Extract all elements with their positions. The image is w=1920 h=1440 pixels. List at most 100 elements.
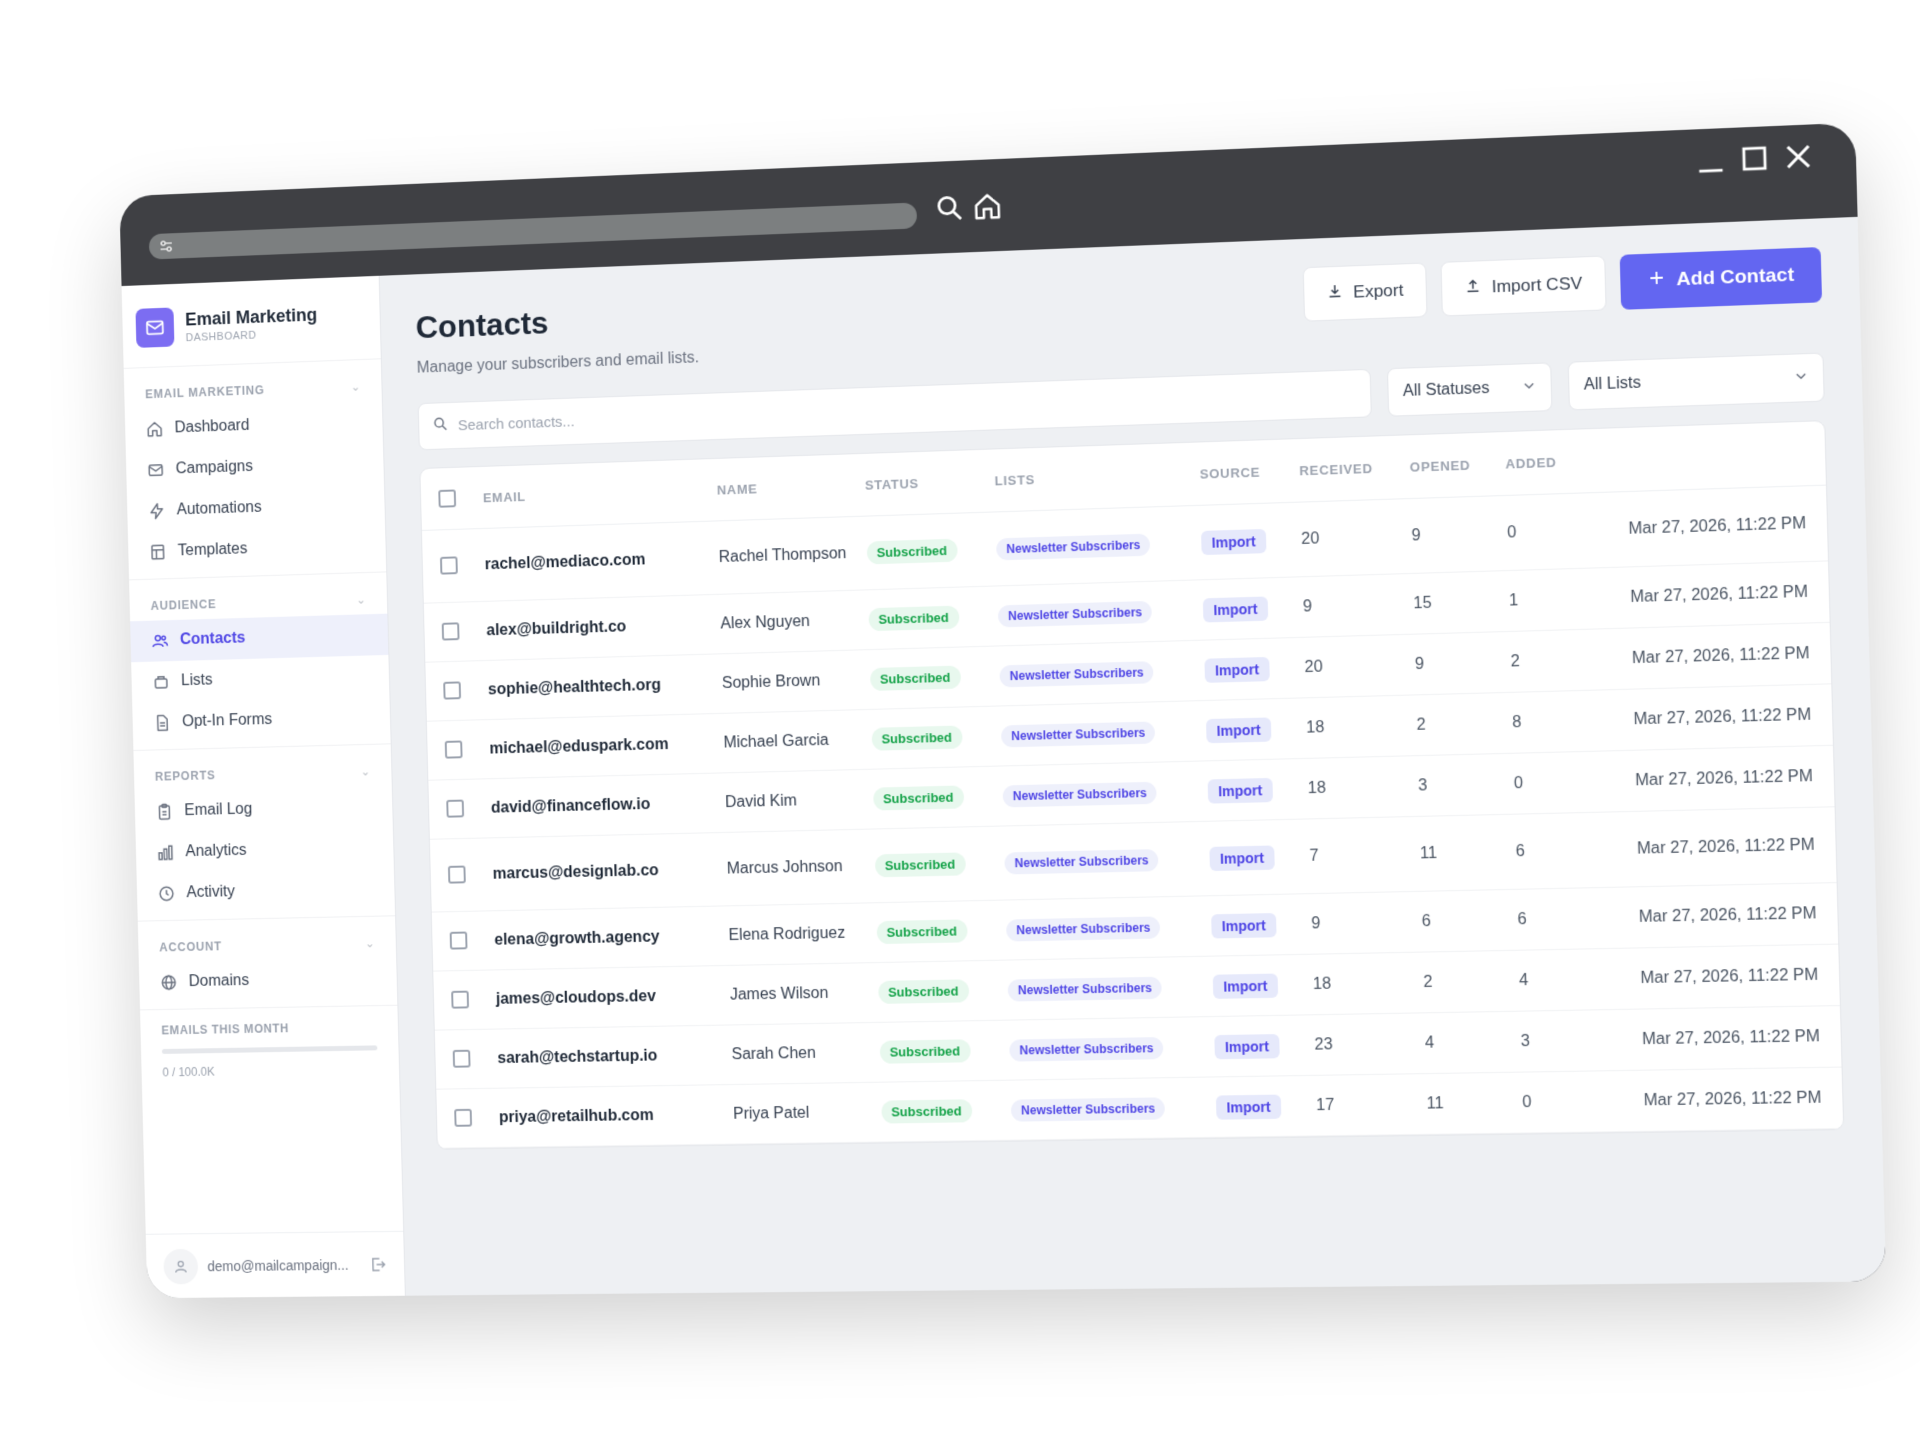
search-icon[interactable] bbox=[934, 192, 969, 227]
received-count: 7 bbox=[1298, 816, 1411, 894]
added-count: 3 bbox=[1509, 1009, 1596, 1073]
browser-window: Email Marketing DASHBOARD EMAIL MARKETIN… bbox=[119, 122, 1887, 1299]
row-select-cell bbox=[428, 778, 483, 840]
row-checkbox[interactable] bbox=[452, 1050, 471, 1069]
search-box[interactable] bbox=[417, 368, 1372, 451]
contact-email[interactable]: sarah@techstartup.io bbox=[487, 1025, 723, 1089]
status-cell: Subscribed bbox=[860, 706, 993, 770]
row-checkbox[interactable] bbox=[443, 681, 462, 700]
home-icon[interactable] bbox=[972, 191, 1007, 226]
column-header-source[interactable]: SOURCE bbox=[1188, 439, 1291, 506]
column-header-status[interactable]: STATUS bbox=[854, 449, 986, 517]
status-cell: Subscribed bbox=[864, 826, 996, 903]
row-checkbox[interactable] bbox=[440, 556, 458, 576]
column-header-added[interactable]: ADDED bbox=[1494, 429, 1581, 496]
import-csv-button[interactable]: Import CSV bbox=[1440, 255, 1607, 317]
maximize-icon[interactable] bbox=[1738, 142, 1777, 180]
user-menu[interactable]: demo@mailcampaign... bbox=[145, 1230, 405, 1299]
added-date: Mar 27, 2026, 11:22 PM bbox=[1584, 622, 1832, 691]
lists-cell: Newsletter Subscribers bbox=[990, 700, 1198, 767]
export-button-label: Export bbox=[1353, 280, 1404, 302]
status-cell: Subscribed bbox=[862, 766, 994, 830]
nav-section-label: AUDIENCE bbox=[150, 597, 217, 613]
usage-bar bbox=[161, 1045, 378, 1054]
added-count: 0 bbox=[1495, 493, 1583, 571]
contact-name: David Kim bbox=[714, 769, 865, 833]
added-date: Mar 27, 2026, 11:22 PM bbox=[1585, 683, 1833, 752]
source-badge: Import bbox=[1212, 973, 1278, 999]
added-date: Mar 27, 2026, 11:22 PM bbox=[1588, 806, 1837, 888]
lists-filter-select[interactable]: All Lists bbox=[1567, 352, 1825, 411]
status-badge: Subscribed bbox=[869, 665, 961, 691]
sidebar-item-lists[interactable]: Lists bbox=[131, 655, 389, 703]
column-header-name[interactable]: NAME bbox=[706, 454, 856, 522]
lists-cell: Newsletter Subscribers bbox=[987, 580, 1194, 647]
status-badge: Subscribed bbox=[868, 605, 960, 632]
row-select-cell bbox=[421, 528, 477, 604]
source-cell: Import bbox=[1192, 577, 1294, 641]
column-header-email[interactable]: EMAIL bbox=[472, 459, 708, 529]
column-header-lists[interactable]: LISTS bbox=[983, 442, 1191, 513]
row-checkbox[interactable] bbox=[441, 622, 460, 641]
logout-icon[interactable] bbox=[369, 1255, 387, 1273]
contact-email[interactable]: alex@buildright.co bbox=[476, 594, 712, 661]
added-count: 1 bbox=[1497, 568, 1585, 632]
avatar[interactable] bbox=[163, 1248, 199, 1284]
lists-cell: Newsletter Subscribers bbox=[992, 761, 1199, 827]
sidebar-item-contacts[interactable]: Contacts bbox=[130, 613, 389, 663]
select-all-checkbox[interactable] bbox=[438, 489, 457, 508]
row-checkbox[interactable] bbox=[449, 931, 468, 950]
row-checkbox[interactable] bbox=[446, 799, 465, 819]
source-cell: Import bbox=[1202, 954, 1304, 1017]
status-badge: Subscribed bbox=[872, 785, 964, 811]
close-icon[interactable] bbox=[1782, 140, 1821, 178]
contact-email[interactable]: michael@eduspark.com bbox=[479, 713, 715, 779]
address-bar[interactable] bbox=[148, 202, 918, 260]
opened-count: 9 bbox=[1404, 631, 1502, 696]
row-checkbox[interactable] bbox=[447, 865, 466, 885]
added-date: Mar 27, 2026, 11:22 PM bbox=[1592, 944, 1840, 1010]
add-contact-button[interactable]: Add Contact bbox=[1619, 247, 1823, 310]
brand-subtitle: DASHBOARD bbox=[185, 329, 257, 344]
contact-email[interactable]: elena@growth.agency bbox=[483, 906, 720, 971]
select-all-cell bbox=[420, 467, 475, 531]
column-header-received[interactable]: RECEIVED bbox=[1288, 435, 1401, 503]
contact-email[interactable]: sophie@healthtech.org bbox=[477, 654, 713, 720]
contact-email[interactable]: priya@retailhub.com bbox=[488, 1084, 725, 1148]
brand[interactable]: Email Marketing DASHBOARD bbox=[121, 275, 381, 369]
usage-value: 0 / 100.0K bbox=[162, 1064, 215, 1080]
sidebar-item-activity[interactable]: Activity bbox=[137, 868, 395, 915]
sidebar-item-templates[interactable]: Templates bbox=[128, 524, 386, 573]
list-badge: Newsletter Subscribers bbox=[1001, 720, 1156, 747]
sidebar-item-email-log[interactable]: Email Log bbox=[134, 786, 392, 833]
search-input[interactable] bbox=[457, 385, 1357, 434]
nav-section-email-marketing: EMAIL MARKETING ⌄ Dashboard Campaigns Au… bbox=[123, 359, 387, 581]
row-checkbox[interactable] bbox=[451, 990, 470, 1010]
column-header-opened[interactable]: OPENED bbox=[1398, 432, 1496, 499]
sidebar-item-label: Lists bbox=[180, 671, 213, 690]
download-icon bbox=[1327, 282, 1344, 304]
row-select-cell bbox=[426, 719, 481, 781]
sidebar-item-analytics[interactable]: Analytics bbox=[136, 827, 394, 874]
site-settings-icon[interactable] bbox=[158, 238, 174, 254]
export-button[interactable]: Export bbox=[1302, 262, 1428, 322]
contact-email[interactable]: rachel@mediaco.com bbox=[474, 521, 710, 602]
status-cell: Subscribed bbox=[865, 900, 998, 963]
contact-email[interactable]: marcus@designlab.co bbox=[482, 832, 718, 911]
status-cell: Subscribed bbox=[859, 646, 991, 710]
minimize-icon[interactable] bbox=[1695, 144, 1733, 182]
row-checkbox[interactable] bbox=[454, 1109, 473, 1128]
contact-email[interactable]: james@cloudops.dev bbox=[485, 965, 721, 1030]
source-badge: Import bbox=[1216, 1094, 1282, 1120]
sidebar-item-domains[interactable]: Domains bbox=[139, 958, 397, 1004]
sidebar-item-opt-in-forms[interactable]: Opt-In Forms bbox=[132, 696, 390, 744]
row-checkbox[interactable] bbox=[444, 740, 463, 760]
list-badge: Newsletter Subscribers bbox=[997, 600, 1153, 627]
list-badge: Newsletter Subscribers bbox=[999, 660, 1154, 687]
contact-email[interactable]: david@financeflow.io bbox=[480, 773, 716, 839]
plus-icon bbox=[1647, 268, 1666, 293]
row-select-cell bbox=[423, 601, 478, 663]
status-filter-select[interactable]: All Statuses bbox=[1386, 362, 1553, 417]
status-badge: Subscribed bbox=[879, 1039, 971, 1064]
chevron-down-icon: ⌄ bbox=[355, 592, 366, 607]
